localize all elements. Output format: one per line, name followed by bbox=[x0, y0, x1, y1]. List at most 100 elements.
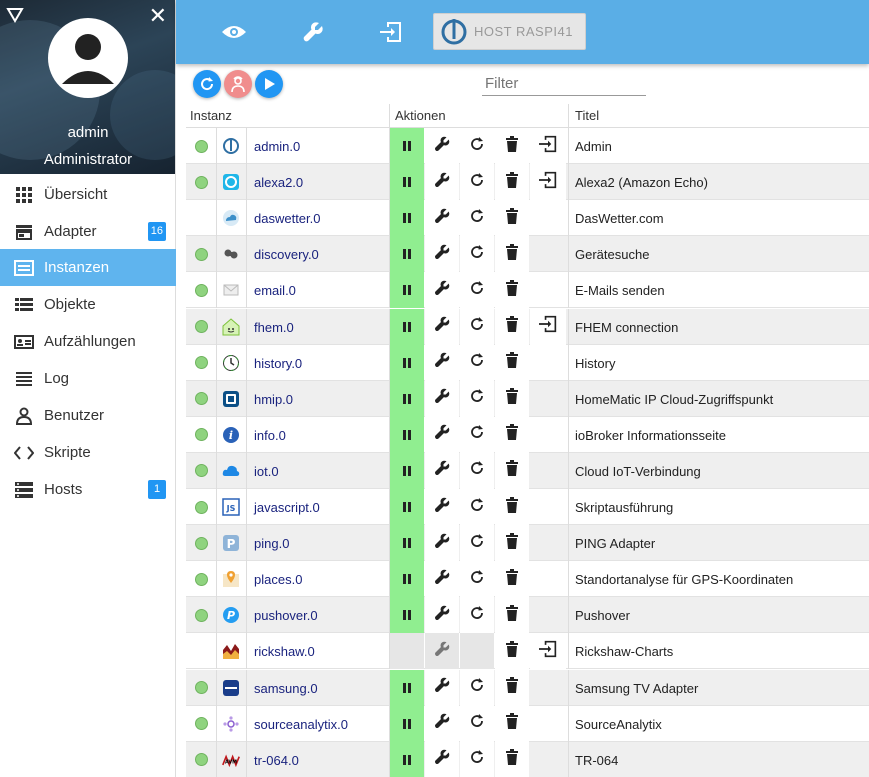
settings-button[interactable] bbox=[425, 633, 459, 670]
pause-button[interactable] bbox=[390, 597, 424, 634]
reload-button[interactable] bbox=[460, 633, 494, 670]
delete-button[interactable] bbox=[495, 633, 529, 670]
login-icon[interactable] bbox=[377, 18, 405, 46]
reload-button[interactable] bbox=[460, 272, 494, 309]
reload-button[interactable] bbox=[460, 741, 494, 777]
reload-button[interactable] bbox=[460, 597, 494, 634]
pause-button[interactable] bbox=[390, 489, 424, 525]
delete-button[interactable] bbox=[495, 380, 529, 417]
open-web-button[interactable] bbox=[530, 128, 566, 164]
reload-button[interactable] bbox=[460, 561, 494, 598]
settings-button[interactable] bbox=[425, 128, 459, 164]
settings-button[interactable] bbox=[425, 272, 459, 309]
refresh-button[interactable] bbox=[193, 70, 221, 98]
instance-name[interactable]: javascript.0 bbox=[254, 500, 320, 515]
pause-button[interactable] bbox=[390, 669, 424, 706]
column-header-actions[interactable]: Aktionen bbox=[395, 108, 446, 123]
nav-item-overview[interactable]: Übersicht bbox=[0, 176, 176, 213]
pause-button[interactable] bbox=[390, 561, 424, 598]
nav-item-objects[interactable]: Objekte bbox=[0, 286, 176, 323]
settings-button[interactable] bbox=[425, 236, 459, 273]
open-web-button[interactable] bbox=[530, 308, 566, 345]
host-selector-button[interactable]: HOST RASPI41 bbox=[433, 13, 586, 50]
reload-button[interactable] bbox=[460, 452, 494, 489]
instance-name[interactable]: tr-064.0 bbox=[254, 753, 299, 768]
nav-item-users[interactable]: Benutzer bbox=[0, 397, 176, 434]
reload-button[interactable] bbox=[460, 164, 494, 201]
pause-button[interactable] bbox=[390, 380, 424, 417]
settings-button[interactable] bbox=[425, 380, 459, 417]
settings-button[interactable] bbox=[425, 705, 459, 742]
delete-button[interactable] bbox=[495, 669, 529, 706]
open-web-button[interactable] bbox=[530, 633, 566, 670]
instance-name[interactable]: hmip.0 bbox=[254, 392, 293, 407]
reload-button[interactable] bbox=[460, 380, 494, 417]
delete-button[interactable] bbox=[495, 308, 529, 345]
pause-button[interactable] bbox=[390, 308, 424, 345]
column-header-instance[interactable]: Instanz bbox=[190, 108, 232, 123]
instance-name[interactable]: daswetter.0 bbox=[254, 211, 321, 226]
nav-item-log[interactable]: Log bbox=[0, 360, 176, 397]
pause-button[interactable] bbox=[390, 128, 424, 164]
nav-item-enums[interactable]: Aufzählungen bbox=[0, 323, 176, 360]
settings-button[interactable] bbox=[425, 561, 459, 598]
instance-name[interactable]: alexa2.0 bbox=[254, 175, 303, 190]
instance-name[interactable]: ping.0 bbox=[254, 536, 289, 551]
settings-button[interactable] bbox=[425, 452, 459, 489]
delete-button[interactable] bbox=[495, 561, 529, 598]
instance-name[interactable]: history.0 bbox=[254, 356, 302, 371]
eye-icon[interactable] bbox=[220, 18, 248, 46]
reload-button[interactable] bbox=[460, 489, 494, 525]
delete-button[interactable] bbox=[495, 128, 529, 164]
delete-button[interactable] bbox=[495, 272, 529, 309]
instance-name[interactable]: pushover.0 bbox=[254, 608, 318, 623]
pause-button[interactable] bbox=[390, 452, 424, 489]
delete-button[interactable] bbox=[495, 525, 529, 562]
nav-item-instances[interactable]: Instanzen bbox=[0, 249, 176, 286]
close-sidebar-icon[interactable]: ✕ bbox=[149, 4, 167, 30]
delete-button[interactable] bbox=[495, 705, 529, 742]
reload-button[interactable] bbox=[460, 236, 494, 273]
column-header-title[interactable]: Titel bbox=[575, 108, 599, 123]
delete-button[interactable] bbox=[495, 164, 529, 201]
settings-button[interactable] bbox=[425, 308, 459, 345]
nav-item-scripts[interactable]: Skripte bbox=[0, 434, 176, 471]
instance-name[interactable]: email.0 bbox=[254, 283, 296, 298]
pause-button[interactable] bbox=[390, 525, 424, 562]
pause-button[interactable] bbox=[390, 416, 424, 453]
nav-item-adapter[interactable]: Adapter 16 bbox=[0, 213, 176, 250]
instance-name[interactable]: iot.0 bbox=[254, 464, 279, 479]
reload-button[interactable] bbox=[460, 705, 494, 742]
settings-button[interactable] bbox=[425, 669, 459, 706]
settings-button[interactable] bbox=[425, 597, 459, 634]
instance-name[interactable]: samsung.0 bbox=[254, 681, 318, 696]
delete-button[interactable] bbox=[495, 416, 529, 453]
pause-button[interactable] bbox=[390, 200, 424, 237]
instance-name[interactable]: admin.0 bbox=[254, 139, 300, 154]
settings-button[interactable] bbox=[425, 525, 459, 562]
reload-button[interactable] bbox=[460, 669, 494, 706]
iobroker-logo-icon[interactable] bbox=[6, 6, 24, 24]
start-all-button[interactable] bbox=[255, 70, 283, 98]
instance-name[interactable]: rickshaw.0 bbox=[254, 644, 315, 659]
settings-button[interactable] bbox=[425, 200, 459, 237]
pause-button[interactable] bbox=[390, 164, 424, 201]
delete-button[interactable] bbox=[495, 597, 529, 634]
settings-button[interactable] bbox=[425, 741, 459, 777]
delete-button[interactable] bbox=[495, 344, 529, 381]
settings-button[interactable] bbox=[425, 416, 459, 453]
instance-name[interactable]: fhem.0 bbox=[254, 320, 294, 335]
pause-button[interactable] bbox=[390, 705, 424, 742]
delete-button[interactable] bbox=[495, 452, 529, 489]
filter-input[interactable] bbox=[482, 72, 646, 96]
settings-button[interactable] bbox=[425, 344, 459, 381]
delete-button[interactable] bbox=[495, 741, 529, 777]
settings-button[interactable] bbox=[425, 164, 459, 201]
instance-name[interactable]: places.0 bbox=[254, 572, 302, 587]
reload-button[interactable] bbox=[460, 416, 494, 453]
reload-button[interactable] bbox=[460, 525, 494, 562]
reload-button[interactable] bbox=[460, 200, 494, 237]
reload-button[interactable] bbox=[460, 344, 494, 381]
settings-button[interactable] bbox=[425, 489, 459, 525]
nav-item-hosts[interactable]: Hosts 1 bbox=[0, 471, 176, 508]
